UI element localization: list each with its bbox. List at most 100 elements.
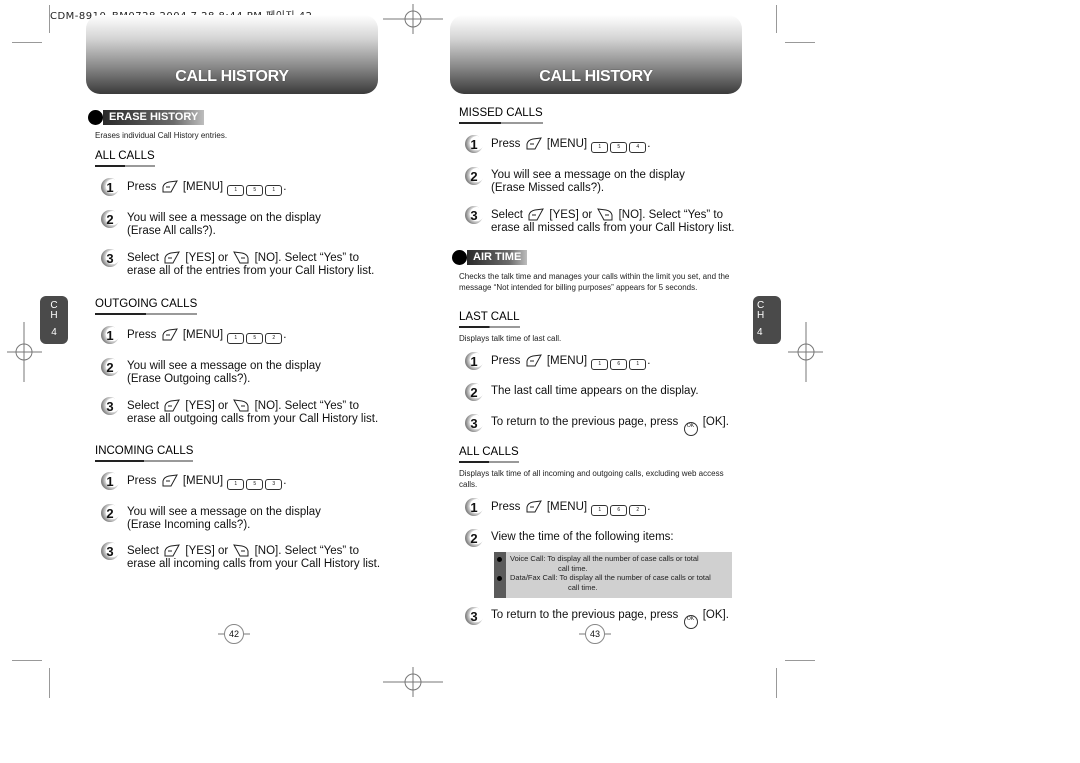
subsection-title-incoming-calls: INCOMING CALLS	[95, 445, 194, 462]
left-soft-key-icon	[162, 328, 178, 341]
bullet-icon	[497, 576, 502, 581]
left-soft-key-icon	[164, 544, 181, 557]
step-number: 3	[101, 542, 119, 560]
step-text: Press	[127, 181, 157, 193]
key-5-icon: 5	[246, 333, 264, 344]
step-text: .	[283, 181, 287, 193]
left-soft-key-icon	[162, 180, 178, 193]
key-3-icon: 3	[265, 479, 283, 490]
section-title: AIR TIME	[465, 249, 528, 265]
step-text: [NO]. Select “Yes” to	[254, 252, 360, 264]
key-5-icon: 5	[246, 185, 264, 196]
note-text: call time.	[558, 563, 588, 573]
step-1: 1 Press [MENU] 151.	[101, 178, 286, 196]
step-text: (Erase All calls?).	[127, 225, 216, 237]
step-text: [YES] or	[185, 545, 229, 557]
note-text: Data/Fax Call: To display all the number…	[510, 573, 711, 582]
step-number: 2	[101, 504, 119, 522]
step-text: [NO]. Select “Yes” to	[618, 209, 724, 221]
step-1: 1 Press [MENU] 154.	[465, 135, 650, 153]
step-text: The last call time appears on the displa…	[491, 385, 699, 397]
step-text: [OK].	[702, 416, 729, 428]
bullet-icon	[497, 557, 502, 562]
note-item: Voice Call: To display all the number of…	[497, 554, 732, 573]
step-number: 3	[465, 206, 483, 224]
step-text: Press	[127, 329, 157, 341]
step-number: 3	[465, 414, 483, 432]
step-text: (Erase Incoming calls?).	[127, 519, 251, 531]
step-text: [YES] or	[549, 209, 593, 221]
subsection-title-all-calls: ALL CALLS	[95, 150, 155, 167]
key-1-icon: 1	[227, 333, 245, 344]
step-number: 1	[465, 352, 483, 370]
step-1: 1 Press [MENU] 162.	[465, 498, 650, 516]
page-header-title: CALL HISTORY	[175, 68, 289, 85]
crop-mark	[776, 5, 777, 33]
step-number: 1	[465, 135, 483, 153]
step-text: erase all incoming calls from your Call …	[127, 558, 381, 570]
step-text: erase all missed calls from your Call Hi…	[491, 222, 735, 234]
right-soft-key-icon	[233, 544, 249, 557]
subsection-description: Displays talk time of all incoming and o…	[459, 469, 724, 489]
menu-label: [MENU]	[546, 501, 588, 513]
ok-key-icon: OK	[683, 422, 698, 436]
right-soft-key-icon	[233, 251, 249, 264]
step-text: .	[283, 329, 287, 341]
ok-key-icon: OK	[683, 615, 698, 629]
note-box: Voice Call: To display all the number of…	[494, 552, 732, 598]
step-number: 1	[101, 472, 119, 490]
crop-mark	[49, 668, 50, 698]
step-text: [NO]. Select “Yes” to	[254, 545, 360, 557]
crop-mark	[776, 668, 777, 698]
note-text: Voice Call: To display all the number of…	[510, 554, 699, 563]
registration-mark-icon	[383, 667, 443, 697]
step-3: 3 Select [YES] or [NO]. Select “Yes” to …	[101, 249, 374, 278]
section-title: ERASE HISTORY	[101, 109, 205, 125]
step-text: Select	[127, 252, 159, 264]
registration-mark-icon	[788, 322, 823, 382]
step-text: You will see a message on the display	[127, 360, 321, 372]
step-number: 1	[465, 498, 483, 516]
step-2: 2 The last call time appears on the disp…	[465, 383, 699, 401]
step-3: 3 Select [YES] or [NO]. Select “Yes” to …	[101, 397, 378, 426]
key-1-icon: 1	[591, 505, 609, 516]
step-1: 1 Press [MENU] 152.	[101, 326, 286, 344]
menu-label: [MENU]	[546, 355, 588, 367]
key-1-icon: 1	[591, 359, 609, 370]
key-6-icon: 6	[610, 359, 628, 370]
step-text: (Erase Outgoing calls?).	[127, 373, 251, 385]
left-soft-key-icon	[164, 399, 181, 412]
step-number: 1	[101, 178, 119, 196]
step-text: To return to the previous page, press	[491, 609, 679, 621]
step-text: Select	[127, 545, 159, 557]
subsection-title-outgoing-calls: OUTGOING CALLS	[95, 298, 198, 315]
left-soft-key-icon	[528, 208, 545, 221]
key-1-icon: 1	[629, 359, 647, 370]
left-soft-key-icon	[162, 474, 178, 487]
chapter-letters: C H	[50, 300, 58, 321]
step-text: erase all of the entries from your Call …	[127, 265, 375, 277]
step-2: 2 View the time of the following items:	[465, 529, 674, 547]
step-text: You will see a message on the display	[491, 169, 685, 181]
menu-label: [MENU]	[546, 138, 588, 150]
chapter-letters: C H	[757, 300, 765, 321]
chapter-number: 4	[51, 327, 57, 338]
step-number: 1	[101, 326, 119, 344]
step-text: To return to the previous page, press	[491, 416, 679, 428]
step-number: 3	[465, 607, 483, 625]
section-pill-erase-history: ERASE HISTORY	[88, 109, 205, 125]
subsection-title-missed-calls: MISSED CALLS	[459, 107, 543, 124]
step-text: .	[647, 138, 651, 150]
step-text: .	[283, 475, 287, 487]
step-text: Select	[127, 400, 159, 412]
step-text: Press	[491, 501, 521, 513]
menu-label: [MENU]	[182, 475, 224, 487]
step-number: 2	[465, 529, 483, 547]
right-soft-key-icon	[233, 399, 249, 412]
step-text: erase all outgoing calls from your Call …	[127, 413, 379, 425]
step-2: 2 You will see a message on the display …	[101, 358, 321, 386]
key-2-icon: 2	[265, 333, 283, 344]
step-text: (Erase Missed calls?).	[491, 182, 605, 194]
chapter-tab: C H 4	[753, 296, 781, 344]
key-5-icon: 5	[246, 479, 264, 490]
